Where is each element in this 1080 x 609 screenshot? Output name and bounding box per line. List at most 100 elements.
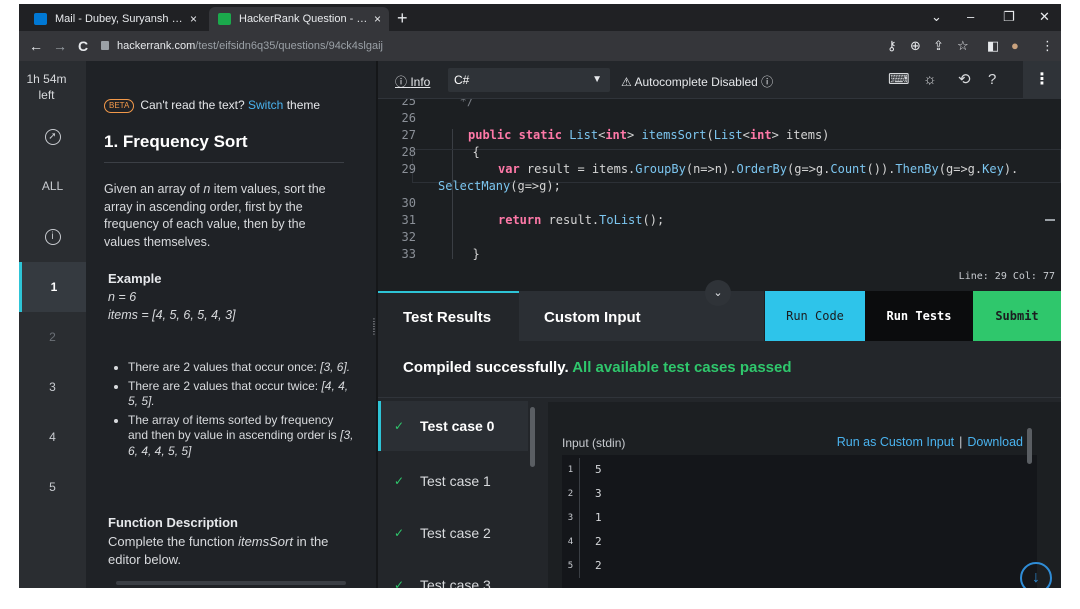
run-tests-button[interactable]: Run Tests bbox=[865, 291, 973, 341]
reload-button[interactable]: C bbox=[78, 36, 88, 56]
switch-theme-link[interactable]: Switch bbox=[248, 98, 283, 112]
stdin-line: 31 bbox=[562, 506, 1037, 530]
token: ThenBy bbox=[895, 162, 939, 176]
screen: Mail - Dubey, Suryansh (Contract × Hacke… bbox=[19, 4, 1061, 588]
stdin-line-value: 3 bbox=[595, 487, 602, 500]
collapse-console-button[interactable]: ⌄ bbox=[705, 280, 731, 306]
test-case-label: Test case 1 bbox=[420, 473, 491, 489]
test-case-0[interactable]: ✓ Test case 0 bbox=[378, 401, 528, 451]
info-icon: i bbox=[44, 228, 61, 245]
browser-tab-hackerrank[interactable]: HackerRank Question - Frequenc × bbox=[209, 7, 389, 31]
token: > bbox=[771, 128, 779, 142]
drag-handle-icon[interactable]: ⋮ ⋮ ⋮ bbox=[370, 318, 378, 336]
code-area[interactable]: 25 */ 26 27 public static List<int> items… bbox=[378, 99, 1061, 264]
info-link[interactable]: ⓘ Info bbox=[395, 73, 430, 90]
language-select[interactable]: C# ▼ bbox=[448, 68, 610, 92]
theme-notice: BETA Can't read the text? Switch theme bbox=[104, 98, 320, 113]
example-heading: Example bbox=[108, 271, 162, 286]
token: (); bbox=[642, 213, 665, 227]
token: public bbox=[468, 128, 512, 142]
browser-tab-bar: Mail - Dubey, Suryansh (Contract × Hacke… bbox=[19, 4, 1061, 31]
test-case-label: Test case 2 bbox=[420, 525, 491, 541]
help-icon[interactable]: ? bbox=[988, 70, 996, 90]
test-case-label: Test case 0 bbox=[420, 418, 495, 434]
tab-search-icon[interactable]: ⌄ bbox=[931, 7, 942, 27]
description-h-scrollbar[interactable] bbox=[116, 581, 346, 585]
maximize-button[interactable]: ❐ bbox=[1003, 7, 1015, 27]
function-name: itemsSort bbox=[238, 534, 293, 549]
run-as-custom-input-link[interactable]: Run as Custom Input bbox=[837, 435, 954, 449]
close-tab-icon[interactable]: × bbox=[190, 7, 197, 31]
example-n-value: n = 6 bbox=[108, 290, 137, 304]
new-tab-button[interactable]: + bbox=[397, 7, 408, 29]
editor-menu-icon[interactable]: ⋮ bbox=[1023, 61, 1061, 99]
check-circle-icon: ✓ bbox=[394, 578, 405, 588]
zoom-icon[interactable]: ⊕ bbox=[910, 36, 921, 56]
test-cases-scrollbar[interactable] bbox=[530, 407, 535, 467]
list-item: There are 2 values that occur once: [3, … bbox=[128, 360, 354, 376]
submit-button[interactable]: Submit bbox=[973, 291, 1061, 341]
question-nav-5[interactable]: 5 bbox=[19, 462, 86, 512]
test-case-details: Input (stdin) Run as Custom Input | Downlo… bbox=[548, 402, 1061, 588]
close-tab-icon[interactable]: × bbox=[374, 7, 381, 31]
hackerrank-icon bbox=[218, 13, 231, 25]
question-nav-2[interactable]: 2 bbox=[19, 312, 86, 362]
url-field[interactable]: hackerrank.com/test/eifsidn6q35/question… bbox=[101, 35, 881, 57]
line-number: 28 bbox=[401, 145, 416, 159]
run-code-button[interactable]: Run Code bbox=[765, 291, 865, 341]
download-link[interactable]: Download bbox=[967, 435, 1023, 449]
close-window-button[interactable]: ✕ bbox=[1039, 7, 1050, 27]
question-nav-3[interactable]: 3 bbox=[19, 362, 86, 412]
stdin-line-number: 1 bbox=[562, 458, 580, 482]
forward-button[interactable]: → bbox=[53, 36, 67, 56]
compass-nav-item[interactable]: ➚ bbox=[19, 111, 86, 161]
problem-statement: Given an array of n item values, sort th… bbox=[104, 181, 344, 251]
all-questions-item[interactable]: ALL bbox=[19, 161, 86, 211]
info-icon: ⓘ bbox=[395, 75, 411, 89]
share-icon[interactable]: ⇪ bbox=[933, 36, 944, 56]
check-circle-icon: ✓ bbox=[394, 526, 405, 540]
input-actions: Run as Custom Input | Download bbox=[837, 435, 1023, 449]
code-line: 28 { bbox=[378, 144, 1061, 161]
minimize-button[interactable]: – bbox=[967, 7, 974, 27]
question-nav-1[interactable]: 1 bbox=[19, 262, 86, 312]
sidepanel-icon[interactable]: ◧ bbox=[987, 36, 999, 56]
token: (n=>n). bbox=[685, 162, 737, 176]
keyboard-icon[interactable]: ⌨ bbox=[888, 70, 910, 90]
token: var bbox=[498, 162, 520, 176]
stdin-line: 52 bbox=[562, 554, 1037, 578]
browser-tab-mail[interactable]: Mail - Dubey, Suryansh (Contract × bbox=[25, 7, 205, 31]
line-text: return result.ToList(); bbox=[498, 212, 664, 229]
function-description-heading: Function Description bbox=[108, 515, 238, 530]
scroll-down-icon[interactable]: ↓ bbox=[1020, 562, 1052, 588]
autocomplete-status[interactable]: ⚠ Autocomplete Disabled ⓘ bbox=[621, 73, 773, 90]
details-scrollbar[interactable] bbox=[1027, 428, 1032, 464]
code-line: 33 } bbox=[378, 246, 1061, 263]
browser-menu-icon[interactable]: ⋮ bbox=[1041, 36, 1054, 56]
example-n: n = 6 bbox=[108, 289, 348, 307]
results-divider bbox=[378, 397, 1061, 398]
autocomplete-label: Autocomplete Disabled bbox=[634, 75, 758, 89]
question-nav-4[interactable]: 4 bbox=[19, 412, 86, 462]
theme-sun-icon[interactable]: ☼ bbox=[923, 70, 937, 90]
token: itemsSort bbox=[641, 128, 707, 142]
bullet-text: There are 2 values that occur once: bbox=[128, 360, 321, 374]
key-icon[interactable]: ⚷ bbox=[887, 36, 897, 56]
history-icon[interactable]: ⟲ bbox=[958, 70, 971, 90]
statement-part: Given an array of bbox=[104, 182, 204, 196]
token: SelectMany bbox=[438, 179, 511, 193]
example-explanation: There are 2 values that occur once: [3, … bbox=[114, 360, 354, 462]
bookmark-star-icon[interactable]: ☆ bbox=[957, 36, 969, 56]
info-nav-item[interactable]: i bbox=[19, 211, 86, 261]
input-label: Input (stdin) bbox=[562, 436, 626, 450]
chevron-down-icon: ▼ bbox=[592, 74, 602, 85]
question-title: 1. Frequency Sort bbox=[104, 132, 248, 151]
back-button[interactable]: ← bbox=[29, 36, 43, 56]
tab-test-results[interactable]: Test Results bbox=[378, 291, 519, 341]
check-circle-icon: ✓ bbox=[394, 474, 405, 488]
test-case-1[interactable]: ✓ Test case 1 bbox=[378, 456, 528, 506]
test-case-2[interactable]: ✓ Test case 2 bbox=[378, 508, 528, 558]
line-number: 26 bbox=[401, 111, 416, 125]
test-case-3[interactable]: ✓ Test case 3 bbox=[378, 560, 528, 588]
profile-avatar-icon[interactable]: ● bbox=[1011, 36, 1019, 56]
